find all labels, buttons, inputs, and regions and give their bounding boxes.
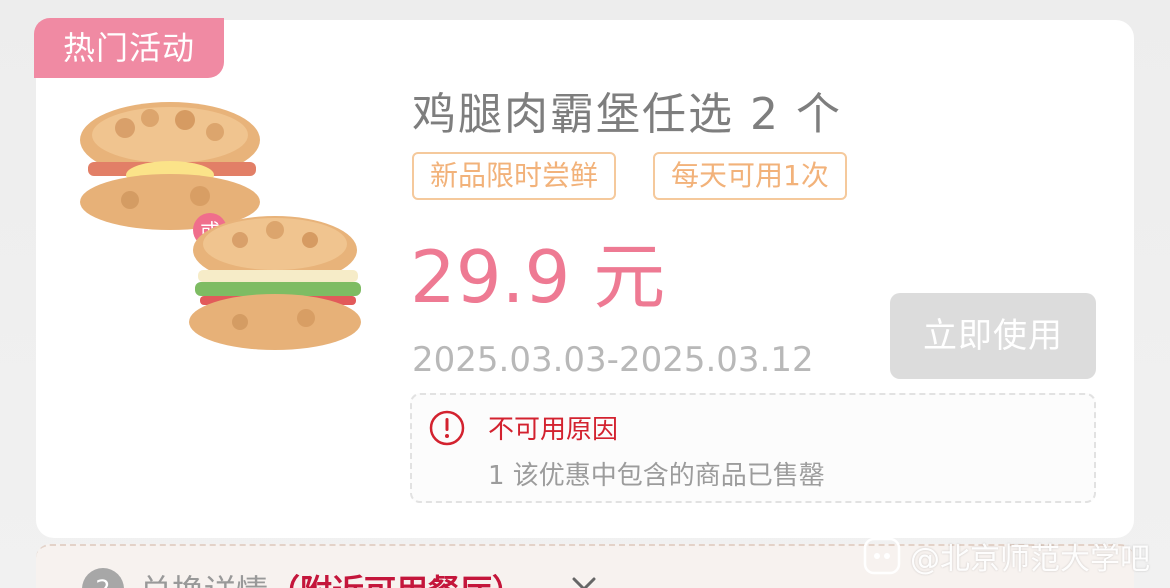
- watermark: @北京师范大学吧: [862, 532, 1150, 580]
- burger-bottom-image: [189, 216, 361, 350]
- badge-daily-limit: 每天可用1次: [653, 152, 847, 200]
- nearby-restaurants-link[interactable]: （附近可用餐厅）: [268, 572, 524, 588]
- price-label: 29.9 元: [410, 235, 666, 319]
- unavailable-reason-box: 不可用原因 1 该优惠中包含的商品已售罄: [410, 393, 1096, 503]
- use-now-button[interactable]: 立即使用: [890, 293, 1096, 379]
- burger-top-image: [80, 102, 260, 230]
- product-image: 或: [80, 102, 361, 350]
- tieba-logo-icon: [863, 537, 901, 575]
- exclamation-circle-icon: [429, 410, 465, 446]
- exchange-details-label: 兑换详情（附近可用餐厅）: [140, 566, 524, 588]
- chevron-down-icon[interactable]: [566, 566, 602, 588]
- validity-period: 2025.03.03-2025.03.12: [412, 340, 814, 380]
- badge-new-item: 新品限时尝鲜: [412, 152, 617, 200]
- watermark-text: @北京师范大学吧: [910, 542, 1150, 577]
- exchange-details-text: 兑换详情: [140, 572, 268, 588]
- coupon-page: 热门活动 或: [0, 0, 1170, 588]
- exchange-step-number: 2: [82, 568, 124, 588]
- unavailable-reason-detail: 1 该优惠中包含的商品已售罄: [488, 461, 825, 491]
- hot-activity-tag: 热门活动: [34, 18, 224, 78]
- product-title: 鸡腿肉霸堡任选 2 个: [412, 89, 842, 140]
- unavailable-reason-title: 不可用原因: [488, 415, 619, 445]
